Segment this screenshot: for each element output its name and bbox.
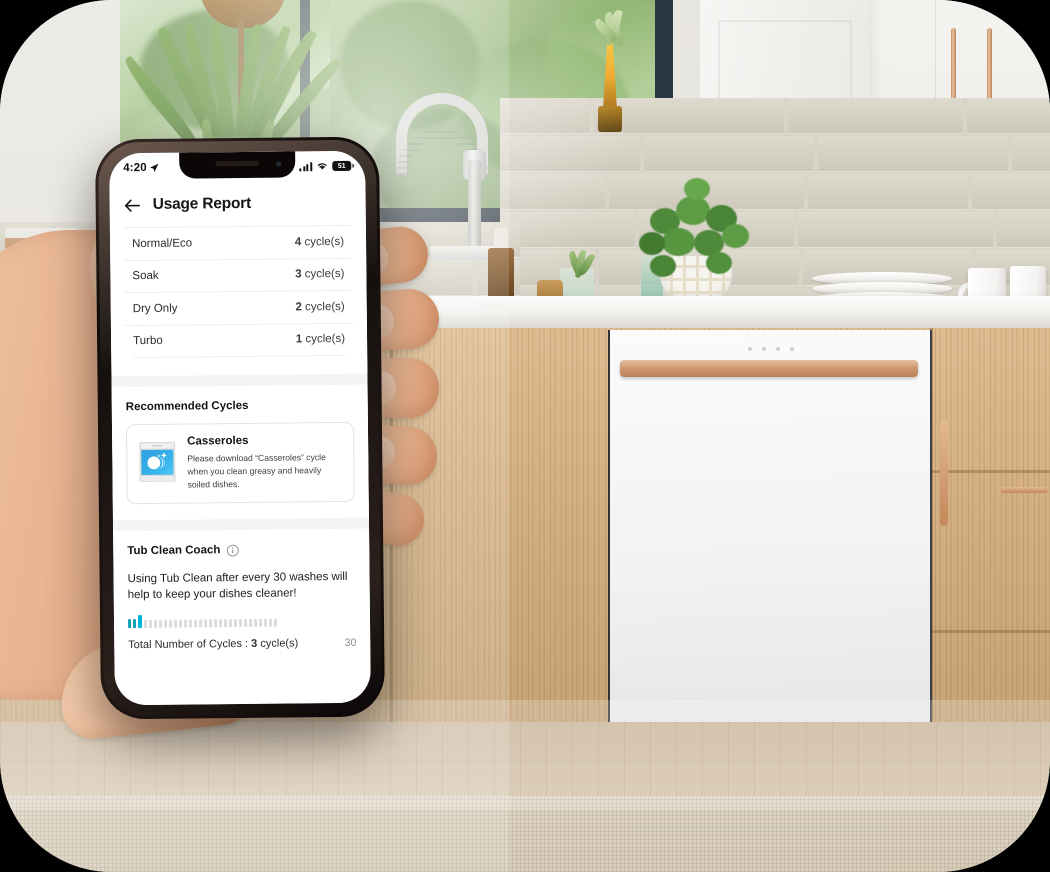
total-cycles-label: Total Number of Cycles :	[128, 637, 249, 652]
cycle-count-unit: cycle(s)	[304, 268, 345, 281]
table-row[interactable]: Turbo 1 cycle(s)	[124, 322, 354, 358]
progress-tick	[148, 619, 152, 628]
dishwasher-cycle-icon	[139, 441, 176, 483]
progress-tick	[173, 619, 177, 628]
location-arrow-icon	[150, 163, 159, 173]
progress-tick	[193, 619, 197, 628]
tub-clean-progress-bar	[127, 614, 356, 629]
drawer-handle	[940, 420, 948, 526]
smartphone: 4:20 51 Usage Report Normal/Eco 4 cycle(…	[94, 136, 386, 720]
progress-tick	[163, 619, 167, 628]
progress-tick	[238, 619, 242, 628]
progress-tick	[153, 619, 157, 628]
phone-screen: 4:20 51 Usage Report Normal/Eco 4 cycle(…	[109, 150, 371, 706]
progress-max-label: 30	[344, 636, 357, 649]
progress-tick	[213, 619, 217, 628]
table-row[interactable]: Soak 3 cycle(s)	[124, 257, 353, 293]
info-circle-icon[interactable]	[226, 544, 239, 557]
tub-clean-footer: Total Number of Cycles : 3 cycle(s) 30	[128, 637, 356, 651]
back-arrow-icon[interactable]	[124, 197, 141, 214]
battery-level: 51	[337, 162, 346, 170]
dishwasher	[608, 330, 932, 725]
progress-tick	[127, 619, 132, 629]
progress-tick	[208, 619, 212, 628]
progress-tick	[168, 619, 172, 628]
total-cycles-unit: cycle(s)	[260, 637, 299, 650]
phone-notch	[179, 151, 296, 179]
progress-tick	[223, 619, 227, 628]
cycle-name: Normal/Eco	[132, 237, 193, 250]
progress-tick	[243, 618, 247, 627]
progress-tick	[132, 619, 137, 629]
progress-tick	[233, 619, 237, 628]
tub-clean-coach-header: Tub Clean Coach	[127, 542, 355, 557]
usage-cycle-list: Normal/Eco 4 cycle(s) Soak 3 cycle(s) Dr…	[109, 224, 368, 359]
dishwasher-handle	[620, 360, 918, 377]
status-bar-right: 51	[299, 160, 352, 172]
progress-tick	[188, 619, 192, 628]
page-title: Usage Report	[152, 194, 252, 213]
progress-tick	[273, 618, 277, 627]
recommended-cycle-description: Please download “Casseroles” cycle when …	[187, 452, 326, 490]
recommended-cycles-title: Recommended Cycles	[125, 399, 249, 414]
kitchen-photo: 4:20 51 Usage Report Normal/Eco 4 cycle(…	[0, 0, 1050, 872]
tub-clean-coach-section: Tub Clean Coach Using Tub Clean after ev…	[113, 528, 371, 652]
recommended-cycle-name: Casseroles	[187, 434, 249, 448]
progress-tick	[178, 619, 182, 628]
cabinet-seam	[930, 630, 1050, 633]
cycle-count: 3 cycle(s)	[295, 268, 344, 281]
cycle-name: Soak	[132, 270, 159, 283]
table-row[interactable]: Dry Only 2 cycle(s)	[124, 289, 353, 325]
cycle-count: 4 cycle(s)	[295, 236, 344, 249]
cycle-count: 1 cycle(s)	[296, 333, 345, 346]
app-header: Usage Report	[109, 180, 366, 228]
progress-tick	[137, 615, 142, 629]
progress-tick	[218, 619, 222, 628]
cycle-count-unit: cycle(s)	[304, 235, 345, 249]
cycle-name: Dry Only	[132, 302, 178, 315]
cycle-count-value: 4	[294, 236, 302, 249]
cabinet-seam	[930, 470, 1050, 473]
front-camera-icon	[276, 161, 282, 167]
progress-tick	[258, 618, 262, 627]
recommended-cycle-text: Casseroles Please download “Casseroles” …	[187, 434, 342, 491]
recommended-cycle-card[interactable]: Casseroles Please download “Casseroles” …	[125, 421, 355, 504]
earpiece-speaker-icon	[215, 160, 260, 167]
progress-tick	[228, 619, 232, 628]
cycle-count-value: 1	[295, 333, 303, 346]
progress-tick	[198, 619, 202, 628]
status-time: 4:20	[123, 161, 147, 175]
battery-icon: 51	[332, 160, 352, 172]
tub-clean-message: Using Tub Clean after every 30 washes wi…	[127, 570, 348, 602]
progress-tick	[143, 620, 147, 629]
tub-clean-coach-title: Tub Clean Coach	[127, 544, 221, 558]
recommended-cycles-section: Recommended Cycles Casseroles Please dow…	[111, 384, 369, 521]
cellular-signal-icon	[299, 161, 313, 171]
total-cycles-value: 3	[251, 637, 258, 650]
progress-tick	[203, 619, 207, 628]
cycle-count-unit: cycle(s)	[305, 300, 345, 314]
wifi-icon	[317, 163, 327, 170]
cycle-count-value: 3	[295, 268, 302, 281]
table-row[interactable]: Normal/Eco 4 cycle(s)	[123, 224, 353, 260]
cycle-count: 2 cycle(s)	[295, 301, 344, 314]
progress-tick	[158, 619, 162, 628]
app-content: Normal/Eco 4 cycle(s) Soak 3 cycle(s) Dr…	[109, 224, 371, 706]
total-cycles-text: Total Number of Cycles : 3 cycle(s)	[128, 637, 298, 651]
drawer-handle	[1000, 487, 1048, 493]
status-bar-left: 4:20	[123, 162, 160, 174]
progress-tick	[263, 618, 267, 627]
progress-tick	[253, 618, 257, 627]
progress-tick	[183, 619, 187, 628]
cycle-name: Turbo	[133, 335, 163, 348]
progress-tick	[268, 618, 272, 627]
progress-tick	[248, 618, 252, 627]
cycle-count-value: 2	[295, 301, 302, 314]
screenshot-stage: 4:20 51 Usage Report Normal/Eco 4 cycle(…	[0, 0, 1050, 872]
cycle-count-unit: cycle(s)	[305, 333, 346, 346]
